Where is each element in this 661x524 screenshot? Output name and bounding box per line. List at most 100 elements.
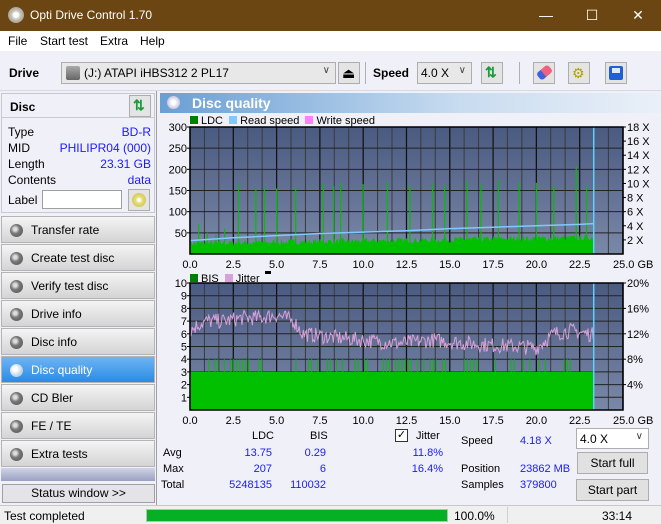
y-left-tick-label: 1 — [181, 392, 187, 404]
y-right-tick-label: 20% — [627, 278, 649, 290]
x-tick-label: 10.0 — [352, 259, 373, 270]
position-label: Position — [461, 463, 501, 475]
minimize-button[interactable]: — — [523, 0, 569, 31]
samples-value: 379800 — [520, 479, 557, 491]
disc-type-row: Type BD-R — [8, 125, 151, 139]
x-tick-label: 20.0 — [526, 415, 547, 426]
speed-stat-value: 4.18 X — [520, 435, 552, 447]
refresh-button[interactable]: ⇅ — [481, 62, 503, 84]
speed-value: 4.0 X — [421, 66, 450, 80]
drive-label: Drive — [9, 66, 40, 80]
nav-cd-bler[interactable]: CD Bler — [1, 384, 155, 411]
drive-select[interactable]: (J:) ATAPI iHBS312 2 PL17 ∨ — [61, 62, 336, 84]
close-button[interactable]: ✕ — [615, 0, 661, 31]
gears-icon: ⚙ — [572, 65, 585, 81]
nav-drive-info[interactable]: Drive info — [1, 300, 155, 327]
cd-bler-icon — [10, 392, 23, 405]
status-window-button[interactable]: Status window >> — [2, 484, 155, 503]
x-tick-label: 12.5 — [396, 259, 417, 270]
x-tick-label: 22.5 — [569, 259, 590, 270]
fe-te-icon — [10, 420, 23, 433]
nav-extra-tests[interactable]: Extra tests — [1, 440, 155, 467]
nav-disc-quality[interactable]: Disc quality — [1, 356, 155, 383]
status-text: Test completed — [4, 509, 85, 523]
nav-disc-info[interactable]: Disc info — [1, 328, 155, 355]
disc-refresh-button[interactable]: ⇅ — [129, 95, 151, 117]
refresh-arrows-icon: ⇅ — [485, 64, 497, 80]
mid-key: MID — [8, 141, 30, 155]
menu-file[interactable]: File — [8, 34, 27, 48]
start-part-button[interactable]: Start part — [576, 479, 649, 501]
y-left-tick-label: 200 — [169, 164, 187, 176]
avg-ldc: 13.75 — [244, 447, 272, 459]
jitter-checkbox[interactable]: ✓ — [395, 429, 408, 442]
chevron-down-icon: ∨ — [458, 65, 466, 76]
disc-quality-icon — [167, 96, 180, 109]
test-speed-select[interactable]: 4.0 X ∨ — [576, 428, 649, 449]
samples-label: Samples — [461, 479, 504, 491]
nav-transfer-rate[interactable]: Transfer rate — [1, 216, 155, 243]
maximize-button[interactable]: ☐ — [569, 0, 615, 31]
eject-button[interactable]: ⏏ — [338, 62, 360, 84]
label-key: Label — [8, 193, 38, 207]
disc-label-input[interactable] — [42, 190, 122, 209]
status-bar: Test completed 100.0% 33:14 — [0, 505, 661, 524]
chevron-down-icon: ∨ — [635, 431, 643, 442]
nav-label: Create test disc — [31, 251, 115, 265]
nav-label: CD Bler — [31, 391, 74, 405]
y-right-tick-label: 8% — [627, 354, 643, 366]
contents-key: Contents — [8, 173, 57, 187]
jitter-header: Jitter — [416, 430, 440, 442]
settings-button[interactable]: ⚙ — [568, 62, 590, 84]
y-left-tick-label: 10 — [175, 278, 187, 290]
y-right-tick-label: 12 X — [627, 164, 650, 176]
ldc-chart: 300 250 200 150 100 50 18 X 16 X 14 X 12 X 10 X 8 X… — [169, 122, 654, 270]
y-left-tick-label: 4 — [181, 354, 187, 366]
menu-start-test[interactable]: Start test — [40, 34, 88, 48]
y-left-tick-label: 50 — [175, 228, 187, 240]
max-label: Max — [163, 463, 184, 475]
nav-label: Disc quality — [31, 363, 93, 377]
x-tick-label: 25.0 GB — [613, 415, 653, 426]
x-tick-label: 20.0 — [526, 259, 547, 270]
nav-fe-te[interactable]: FE / TE — [1, 412, 155, 439]
title-bar: Opti Drive Control 1.70 — ☐ ✕ — [0, 0, 661, 31]
app-disc-icon — [8, 7, 24, 23]
total-ldc: 5248135 — [229, 479, 272, 491]
nav-create-test-disc[interactable]: Create test disc — [1, 244, 155, 271]
speed-label: Speed — [373, 66, 410, 80]
disc-quality-icon — [10, 364, 23, 377]
speed-select[interactable]: 4.0 X ∨ — [417, 62, 472, 84]
x-tick-label: 15.0 — [439, 259, 460, 270]
extra-tests-icon — [10, 448, 23, 461]
disc-label-apply-button[interactable] — [128, 189, 150, 211]
start-full-button[interactable]: Start full — [577, 452, 648, 474]
y-right-tick-label: 16% — [627, 303, 649, 315]
test-speed-value: 4.0 X — [580, 432, 609, 446]
toolbar-divider — [519, 62, 520, 84]
drive-value: (J:) ATAPI iHBS312 2 PL17 — [84, 66, 229, 80]
x-tick-label: 7.5 — [312, 259, 327, 270]
x-tick-label: 22.5 — [569, 415, 590, 426]
eraser-icon — [535, 64, 554, 81]
save-button[interactable] — [605, 62, 627, 84]
max-ldc: 207 — [253, 463, 272, 475]
disc-info-icon — [10, 336, 23, 349]
eject-icon: ⏏ — [342, 65, 356, 81]
disc-panel-title: Disc — [10, 100, 36, 114]
menu-extra[interactable]: Extra — [100, 34, 128, 48]
avg-bis: 0.29 — [304, 447, 326, 459]
erase-button[interactable] — [533, 62, 555, 84]
x-tick-label: 7.5 — [312, 415, 327, 426]
nav-label: Transfer rate — [31, 223, 100, 237]
nav-label: Disc info — [31, 335, 78, 349]
nav-verify-test-disc[interactable]: Verify test disc — [1, 272, 155, 299]
menu-help[interactable]: Help — [140, 34, 165, 48]
menu-bar: File Start test Extra Help — [0, 31, 661, 51]
x-tick-label: 2.5 — [226, 259, 241, 270]
y-left-tick-label: 6 — [181, 329, 187, 341]
toolbar: Drive (J:) ATAPI iHBS312 2 PL17 ∨ ⏏ Spee… — [0, 51, 661, 91]
floppy-save-icon — [609, 66, 623, 80]
disc-length-row: Length 23.31 GB — [8, 157, 151, 171]
status-divider — [507, 507, 508, 523]
